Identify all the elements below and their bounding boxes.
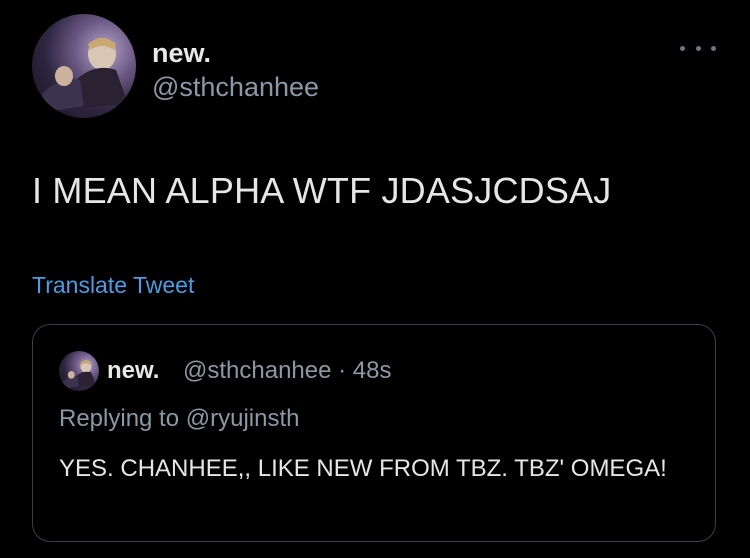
quoted-replying-to: Replying to @ryujinsth	[59, 405, 300, 432]
tweet-text: I MEAN ALPHA WTF JDASJCDSAJ	[32, 170, 612, 211]
translate-tweet-link[interactable]: Translate Tweet	[32, 272, 194, 299]
dot-icon	[711, 45, 716, 51]
more-options-icon[interactable]	[680, 40, 716, 56]
quoted-tweet[interactable]: new. @sthchanhee · 48s Replying to @ryuj…	[32, 324, 716, 542]
avatar[interactable]	[32, 14, 136, 118]
author-handle[interactable]: @sthchanhee	[152, 72, 319, 103]
quoted-author-name: new.	[107, 357, 160, 384]
author-name[interactable]: new.	[152, 38, 211, 69]
dot-icon	[695, 45, 701, 51]
quoted-tweet-text: YES. CHANHEE,, LIKE NEW FROM TBZ. TBZ' O…	[59, 455, 667, 482]
quoted-avatar-photo	[62, 360, 96, 389]
avatar-photo	[42, 38, 128, 112]
tweet-card: new. @sthchanhee I MEAN ALPHA WTF JDASJC…	[0, 0, 750, 558]
dot-icon	[680, 45, 685, 51]
quoted-author-handle-time: @sthchanhee · 48s	[183, 357, 392, 384]
quoted-avatar	[59, 351, 99, 391]
